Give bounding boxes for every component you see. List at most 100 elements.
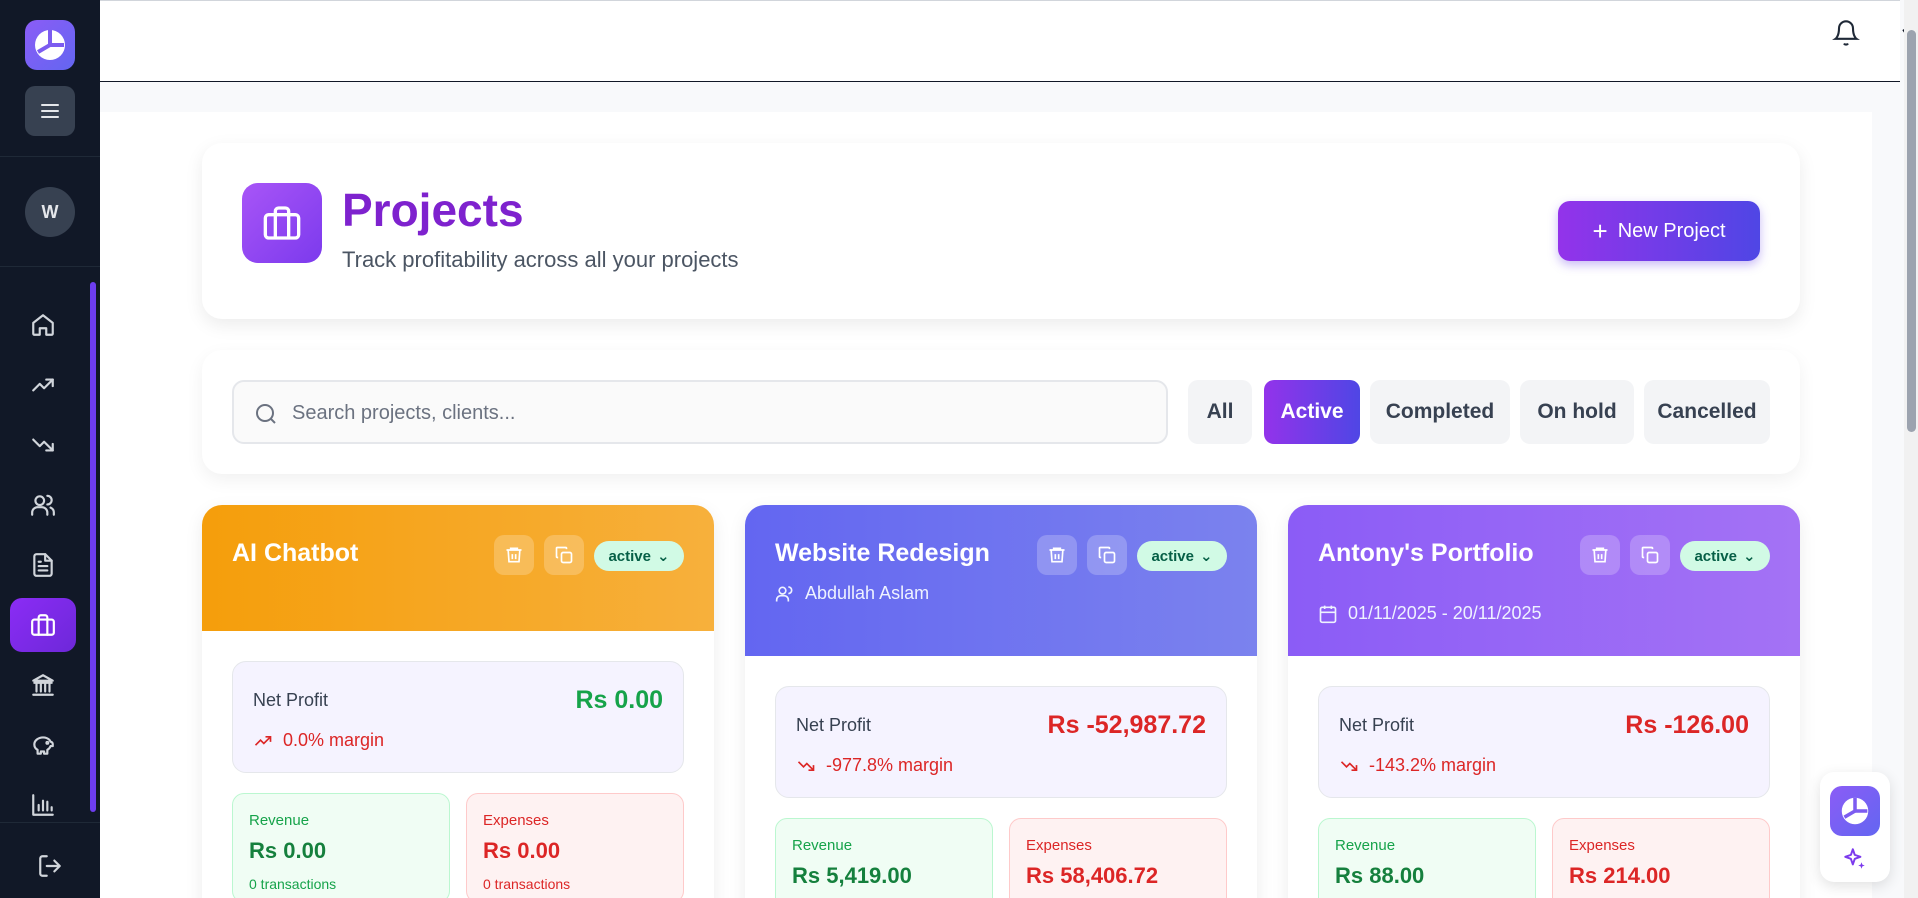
trending-down-icon xyxy=(1340,760,1358,771)
margin-value: -143.2% margin xyxy=(1369,755,1497,775)
search-box xyxy=(232,380,1168,444)
sidebar-item-banking[interactable] xyxy=(10,658,76,712)
net-profit-box: Net Profit Rs -52,987.72 -977.8% margin xyxy=(775,686,1227,798)
filter-active[interactable]: Active xyxy=(1264,380,1360,444)
trash-icon xyxy=(1049,547,1065,563)
app-logo[interactable] xyxy=(25,20,75,70)
revenue-box: Revenue Rs 0.00 0 transactions xyxy=(232,793,450,898)
expenses-box: Expenses Rs 0.00 0 transactions xyxy=(466,793,684,898)
margin: 0.0% margin xyxy=(253,730,384,751)
sidebar-item-documents[interactable] xyxy=(10,538,76,592)
sidebar-divider xyxy=(0,156,100,157)
project-card-ai-chatbot[interactable]: AI Chatbot active ⌄ Net Profit Rs 0.00 0… xyxy=(202,505,714,898)
chevron-down-icon: ⌄ xyxy=(656,548,670,565)
trash-icon xyxy=(506,547,522,563)
bank-icon xyxy=(32,674,54,696)
project-title: AI Chatbot xyxy=(232,539,359,567)
assistant-button[interactable] xyxy=(1830,786,1880,836)
hamburger-icon xyxy=(41,104,59,118)
expenses-box: Expenses Rs 214.00 xyxy=(1552,818,1770,898)
page-title: Projects xyxy=(342,184,524,236)
workspace-avatar[interactable]: W xyxy=(25,187,75,237)
copy-icon xyxy=(1641,546,1659,564)
sidebar-item-expenses[interactable] xyxy=(10,418,76,472)
notifications-button[interactable] xyxy=(1828,15,1864,51)
trending-up-icon xyxy=(254,735,272,746)
project-card-website-redesign[interactable]: Website Redesign active ⌄ Abdullah Aslam… xyxy=(745,505,1257,898)
net-profit-value: Rs -126.00 xyxy=(1625,711,1749,739)
assistant-widget xyxy=(1820,772,1890,882)
logo-icon xyxy=(1841,797,1869,825)
revenue-label: Revenue xyxy=(792,837,853,854)
copy-icon xyxy=(1098,546,1116,564)
project-card-antonys-portfolio[interactable]: Antony's Portfolio active ⌄ 01/11/2025 -… xyxy=(1288,505,1800,898)
duplicate-project-button[interactable] xyxy=(1630,535,1670,575)
briefcase-icon xyxy=(263,206,301,240)
client-name: Abdullah Aslam xyxy=(805,583,930,603)
revenue-value: Rs 0.00 xyxy=(249,838,327,863)
card-header: Antony's Portfolio active ⌄ 01/11/2025 -… xyxy=(1288,505,1800,656)
net-profit-box: Net Profit Rs 0.00 0.0% margin xyxy=(232,661,684,773)
sidebar: W xyxy=(0,0,100,898)
expenses-label: Expenses xyxy=(483,812,549,829)
duplicate-project-button[interactable] xyxy=(1087,535,1127,575)
sidebar-item-income[interactable] xyxy=(10,358,76,412)
sidebar-item-clients[interactable] xyxy=(10,478,76,532)
filter-cancelled[interactable]: Cancelled xyxy=(1644,380,1770,444)
sidebar-item-projects[interactable] xyxy=(10,598,76,652)
filter-all[interactable]: All xyxy=(1188,380,1252,444)
user-icon xyxy=(775,585,793,601)
card-header: AI Chatbot active ⌄ xyxy=(202,505,714,631)
status-dropdown[interactable]: active ⌄ xyxy=(1137,541,1227,571)
status-dropdown[interactable]: active ⌄ xyxy=(594,541,684,571)
new-project-button[interactable]: + New Project xyxy=(1558,201,1760,261)
piggy-bank-icon xyxy=(33,736,54,755)
calendar-icon xyxy=(1319,605,1337,623)
card-header: Website Redesign active ⌄ Abdullah Aslam xyxy=(745,505,1257,656)
trending-up-icon xyxy=(32,378,54,392)
page-subtitle: Track profitability across all your proj… xyxy=(342,247,739,272)
expenses-label: Expenses xyxy=(1026,837,1092,854)
logout-button[interactable] xyxy=(30,848,70,884)
status-label: active xyxy=(1694,547,1737,565)
duplicate-project-button[interactable] xyxy=(544,535,584,575)
revenue-value: Rs 5,419.00 xyxy=(792,863,912,888)
logo-icon xyxy=(35,30,65,60)
status-label: active xyxy=(1151,547,1194,565)
delete-project-button[interactable] xyxy=(494,535,534,575)
users-icon xyxy=(31,494,55,516)
filter-completed[interactable]: Completed xyxy=(1370,380,1510,444)
trending-down-icon xyxy=(32,438,54,452)
expenses-transactions: 0 transactions xyxy=(483,876,571,892)
sidebar-scrollbar[interactable] xyxy=(90,282,96,812)
delete-project-button[interactable] xyxy=(1580,535,1620,575)
revenue-value: Rs 88.00 xyxy=(1335,863,1425,888)
home-icon xyxy=(32,314,54,336)
filter-on-hold[interactable]: On hold xyxy=(1520,380,1634,444)
margin: -977.8% margin xyxy=(796,755,953,776)
delete-project-button[interactable] xyxy=(1037,535,1077,575)
trending-down-icon xyxy=(797,760,815,771)
net-profit-label: Net Profit xyxy=(253,690,329,710)
topbar: ⌄ xyxy=(100,0,1918,82)
margin-value: 0.0% margin xyxy=(283,730,385,750)
new-project-label: New Project xyxy=(1617,219,1726,242)
expenses-value: Rs 0.00 xyxy=(483,838,561,863)
sparkle-icon[interactable] xyxy=(1842,846,1868,872)
revenue-box: Revenue Rs 5,419.00 xyxy=(775,818,993,898)
sidebar-item-home[interactable] xyxy=(10,298,76,352)
menu-toggle-button[interactable] xyxy=(25,86,75,136)
sidebar-item-savings[interactable] xyxy=(10,718,76,772)
filter-bar: All Active Completed On hold Cancelled xyxy=(202,350,1800,474)
chevron-down-icon: ⌄ xyxy=(1742,548,1756,565)
revenue-box: Revenue Rs 88.00 xyxy=(1318,818,1536,898)
net-profit-label: Net Profit xyxy=(1339,715,1415,735)
project-title: Website Redesign xyxy=(775,539,990,567)
plus-icon: + xyxy=(1592,216,1608,246)
project-client: Abdullah Aslam xyxy=(775,583,929,604)
sidebar-item-reports[interactable] xyxy=(10,778,76,832)
page-scrollbar[interactable] xyxy=(1907,30,1916,432)
status-dropdown[interactable]: active ⌄ xyxy=(1680,541,1770,571)
project-title: Antony's Portfolio xyxy=(1318,539,1534,567)
search-input[interactable] xyxy=(292,394,1152,432)
